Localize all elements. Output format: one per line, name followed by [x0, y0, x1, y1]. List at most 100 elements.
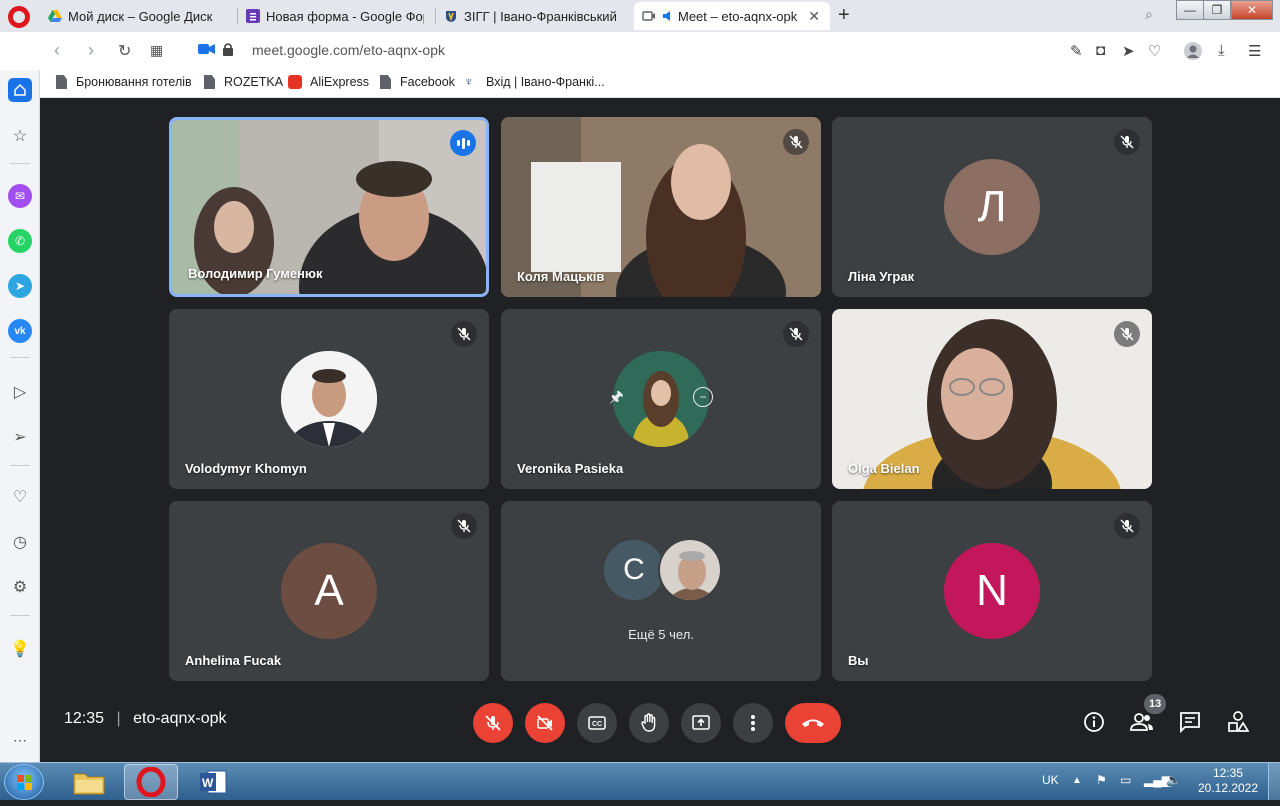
google-forms-icon: [246, 9, 260, 23]
close-tab-icon[interactable]: ✕: [808, 8, 820, 25]
bookmark-hotels[interactable]: Бронювання готелів: [56, 75, 192, 89]
participant-name: Olga Bielan: [848, 461, 920, 476]
speed-dial-icon[interactable]: ▦: [150, 42, 163, 59]
action-center-icon[interactable]: ⚑: [1096, 773, 1107, 787]
start-button[interactable]: [4, 764, 44, 800]
participant-name: Ліна Уграк: [848, 269, 915, 284]
snapshot-icon[interactable]: ◘: [1096, 42, 1105, 59]
telegram-icon[interactable]: ➤: [8, 274, 32, 298]
show-hidden-icons-icon[interactable]: ▲: [1072, 775, 1082, 786]
bookmark-aliexpress[interactable]: AliExpress: [288, 75, 369, 89]
svg-text:W: W: [202, 776, 214, 790]
new-tab-button[interactable]: +: [838, 4, 850, 27]
vk-icon[interactable]: vk: [8, 319, 32, 343]
chat-icon: [1180, 712, 1200, 733]
volume-icon[interactable]: 🔈: [1166, 773, 1181, 787]
participant-name: Anhelina Fucak: [185, 653, 282, 668]
mic-off-button[interactable]: [473, 703, 513, 743]
participant-tile[interactable]: Л Ліна Уграк: [832, 117, 1152, 297]
raise-hand-button[interactable]: [629, 703, 669, 743]
muted-mic-icon: [783, 321, 809, 347]
player-icon[interactable]: ▷: [8, 380, 32, 404]
captions-button[interactable]: CC: [577, 703, 617, 743]
pin-icon[interactable]: 🖈: [609, 386, 624, 413]
taskbar-opera[interactable]: [124, 764, 178, 800]
page-icon: [380, 75, 391, 89]
chat-button[interactable]: [1176, 708, 1204, 736]
bookmarks-icon[interactable]: ☆: [8, 124, 32, 148]
folder-icon: [73, 773, 105, 795]
camera-off-button[interactable]: [525, 703, 565, 743]
participant-tile-self[interactable]: N Вы: [832, 501, 1152, 681]
windows-taskbar: W UK ▲ ⚑ ▭ ▂▄▆ 🔈 12:35 20.12.2022: [0, 762, 1280, 800]
opera-menu-icon[interactable]: [8, 6, 30, 28]
activities-button[interactable]: [1224, 708, 1252, 736]
bookmarks-bar: Бронювання готелів ROZETKA AliExpress Fa…: [40, 70, 1280, 98]
url-text[interactable]: meet.google.com/eto-aqnx-opk: [252, 42, 445, 58]
sidebar-more-icon[interactable]: ⋯: [8, 728, 32, 752]
meeting-details-button[interactable]: [1080, 708, 1108, 736]
tab-meet-active[interactable]: Meet – eto-aqnx-opk ✕: [634, 2, 830, 30]
meeting-code: eto-aqnx-opk: [133, 710, 227, 727]
profile-icon[interactable]: [1184, 42, 1202, 64]
taskbar-explorer[interactable]: [62, 764, 116, 800]
word-icon: W: [200, 770, 227, 794]
leave-call-button[interactable]: [785, 703, 841, 743]
bookmark-facebook[interactable]: Facebook: [380, 75, 455, 89]
meeting-info: 12:35 | eto-aqnx-opk: [64, 710, 227, 727]
settings-icon[interactable]: ⚙: [8, 575, 32, 599]
send-icon[interactable]: ➤: [1122, 42, 1135, 60]
language-indicator[interactable]: UK: [1042, 773, 1059, 787]
present-screen-button[interactable]: [681, 703, 721, 743]
muted-mic-icon: [783, 129, 809, 155]
muted-mic-icon: [1114, 513, 1140, 539]
participant-tile[interactable]: Коля Мацьків: [501, 117, 821, 297]
power-icon[interactable]: ▭: [1120, 773, 1131, 787]
participant-tile[interactable]: Володимир Гуменюк: [169, 117, 489, 297]
muted-mic-icon: [1114, 129, 1140, 155]
system-clock[interactable]: 12:35 20.12.2022: [1196, 766, 1260, 796]
show-desktop-button[interactable]: [1268, 763, 1280, 800]
opera-icon: [136, 767, 166, 797]
tips-icon[interactable]: 💡: [8, 637, 32, 661]
address-bar: ‹ › ↻ ▦ meet.google.com/eto-aqnx-opk ✎ ◘…: [0, 32, 1280, 70]
reload-icon[interactable]: ↻: [118, 41, 131, 61]
messenger-icon[interactable]: ✉: [8, 184, 32, 208]
easy-setup-icon[interactable]: ☰: [1248, 42, 1261, 60]
avatar: [281, 351, 377, 447]
home-icon[interactable]: [8, 78, 32, 102]
favorites-icon[interactable]: ♡: [8, 485, 32, 509]
forward-icon[interactable]: ›: [88, 40, 94, 61]
bookmark-vhid[interactable]: ♆ Вхід | Івано-Франкі...: [464, 75, 605, 90]
maximize-button[interactable]: ❐: [1203, 0, 1231, 20]
remove-icon[interactable]: −: [693, 387, 713, 407]
camera-indicator-icon[interactable]: [198, 42, 216, 60]
participant-tile[interactable]: A Anhelina Fucak: [169, 501, 489, 681]
bookmark-label: ROZETKA: [224, 75, 284, 89]
tab-search-icon[interactable]: ⌕: [1145, 6, 1153, 23]
participant-tile[interactable]: 🖈 − Veronika Pasieka: [501, 309, 821, 489]
heart-icon[interactable]: ♡: [1148, 42, 1161, 60]
taskbar-word[interactable]: W: [186, 764, 240, 800]
muted-mic-icon: [451, 513, 477, 539]
tab-google-forms[interactable]: Новая форма - Google Формы: [238, 2, 434, 30]
history-icon[interactable]: ◷: [8, 530, 32, 554]
participant-tile[interactable]: Volodymyr Khomyn: [169, 309, 489, 489]
minimize-button[interactable]: —: [1176, 0, 1204, 20]
bookmark-rozetka[interactable]: ROZETKA: [204, 75, 283, 89]
edit-icon[interactable]: ✎: [1070, 42, 1083, 60]
more-options-button[interactable]: [733, 703, 773, 743]
participant-tile[interactable]: Olga Bielan: [832, 309, 1152, 489]
people-button[interactable]: 13: [1128, 694, 1167, 736]
back-icon[interactable]: ‹: [54, 40, 60, 61]
download-icon[interactable]: ⤓: [1218, 42, 1225, 59]
whatsapp-icon[interactable]: ✆: [8, 229, 32, 253]
tab-zigg[interactable]: ЗІГГ | Івано-Франківський: [436, 2, 632, 30]
lock-icon[interactable]: [222, 42, 234, 60]
close-window-button[interactable]: ✕: [1231, 0, 1273, 20]
flow-icon[interactable]: ➢: [8, 425, 32, 449]
camera-off-icon: [537, 715, 553, 731]
more-vert-icon: [751, 715, 755, 731]
tab-google-drive[interactable]: Мой диск – Google Диск: [40, 2, 236, 30]
more-participants-tile[interactable]: C Ещё 5 чел.: [501, 501, 821, 681]
